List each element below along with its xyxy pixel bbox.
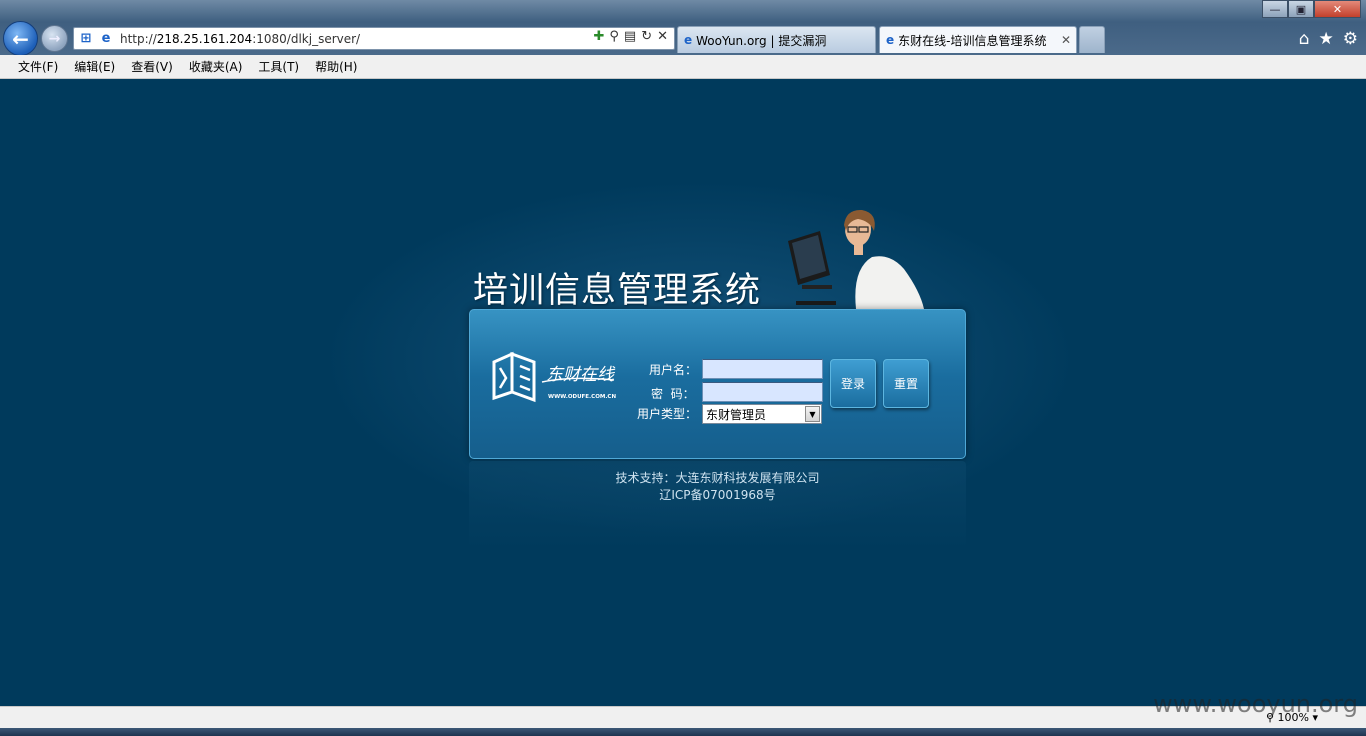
tab-label: WooYun.org | 提交漏洞	[696, 33, 827, 48]
browser-tools: ⌂ ★ ⚙	[1299, 29, 1358, 49]
tab-label: 东财在线-培训信息管理系统	[898, 33, 1047, 48]
reset-button[interactable]: 重置	[883, 359, 929, 408]
home-icon[interactable]: ⌂	[1299, 29, 1310, 49]
tab-wooyun[interactable]: e WooYun.org | 提交漏洞	[677, 26, 876, 53]
maximize-button[interactable]: ▣	[1288, 0, 1314, 18]
address-bar[interactable]: ⊞ e http://218.25.161.204:1080/dlkj_serv…	[73, 27, 675, 50]
menu-favorites[interactable]: 收藏夹(A)	[189, 58, 243, 75]
password-input[interactable]	[702, 382, 823, 402]
username-input[interactable]	[702, 359, 823, 379]
compat-icon[interactable]: ▤	[624, 29, 636, 44]
usertype-selected: 东财管理员	[706, 407, 767, 422]
menu-tools[interactable]: 工具(T)	[258, 58, 299, 75]
support-text: 技术支持：大连东财科技发展有限公司	[615, 471, 820, 485]
receptionist-illustration	[788, 209, 924, 309]
watermark: www.wooyun.org	[1153, 690, 1358, 718]
url-text[interactable]: http://218.25.161.204:1080/dlkj_server/	[120, 32, 360, 46]
taskbar	[0, 728, 1366, 736]
add-icon[interactable]: ✚	[593, 29, 604, 44]
favorites-star-icon[interactable]: ★	[1319, 29, 1334, 49]
dongcai-logo: 东财在线 WWW.ODUFE.COM.CN	[492, 351, 616, 403]
gear-icon[interactable]: ⚙	[1343, 29, 1358, 49]
tab-active[interactable]: e 东财在线-培训信息管理系统 ✕	[879, 26, 1077, 53]
compat-view-icon[interactable]: ⊞	[78, 31, 94, 47]
logo-text: 东财在线	[546, 365, 616, 385]
window-controls: — ▣ ✕	[1262, 0, 1361, 18]
login-panel: 东财在线 WWW.ODUFE.COM.CN 用户名： 密 码： 用户类型： 东财…	[469, 309, 966, 459]
browser-chrome: ← → ⊞ e http://218.25.161.204:1080/dlkj_…	[0, 0, 1366, 56]
forward-button[interactable]: →	[41, 25, 68, 52]
refresh-icon[interactable]: ↻	[641, 29, 652, 44]
page-title: 培训信息管理系统	[473, 271, 762, 311]
username-label: 用户名：	[649, 363, 698, 377]
back-button[interactable]: ←	[3, 21, 38, 56]
close-window-button[interactable]: ✕	[1314, 0, 1361, 18]
password-label: 密 码：	[651, 387, 695, 401]
forward-arrow-icon: →	[48, 30, 61, 47]
footer-text: 技术支持：大连东财科技发展有限公司 辽ICP备07001968号	[469, 470, 966, 504]
ie-tab-icon: e	[886, 33, 895, 47]
usertype-select[interactable]: 东财管理员 ▼	[702, 404, 822, 424]
login-button[interactable]: 登录	[830, 359, 876, 408]
usertype-label: 用户类型：	[637, 407, 698, 421]
new-tab-button[interactable]	[1079, 26, 1105, 53]
stop-icon[interactable]: ✕	[657, 29, 668, 44]
icp-text: 辽ICP备07001968号	[659, 488, 776, 502]
ie-tab-icon: e	[684, 33, 693, 47]
chevron-down-icon[interactable]: ▼	[805, 406, 820, 422]
menu-file[interactable]: 文件(F)	[18, 58, 58, 75]
menu-help[interactable]: 帮助(H)	[315, 58, 357, 75]
menu-bar: 文件(F) 编辑(E) 查看(V) 收藏夹(A) 工具(T) 帮助(H)	[0, 55, 1366, 79]
back-arrow-icon: ←	[12, 26, 29, 51]
menu-view[interactable]: 查看(V)	[131, 58, 173, 75]
menu-edit[interactable]: 编辑(E)	[74, 58, 115, 75]
minimize-button[interactable]: —	[1262, 0, 1288, 18]
search-icon[interactable]: ⚲	[609, 29, 619, 44]
ie-page-icon: e	[101, 31, 111, 46]
close-tab-icon[interactable]: ✕	[1061, 33, 1071, 47]
page-content: 培训信息管理系统 东财在线 WWW.ODUFE.COM.CN 用户名： 密 码：…	[0, 79, 1366, 706]
logo-domain: WWW.ODUFE.COM.CN	[548, 394, 616, 400]
